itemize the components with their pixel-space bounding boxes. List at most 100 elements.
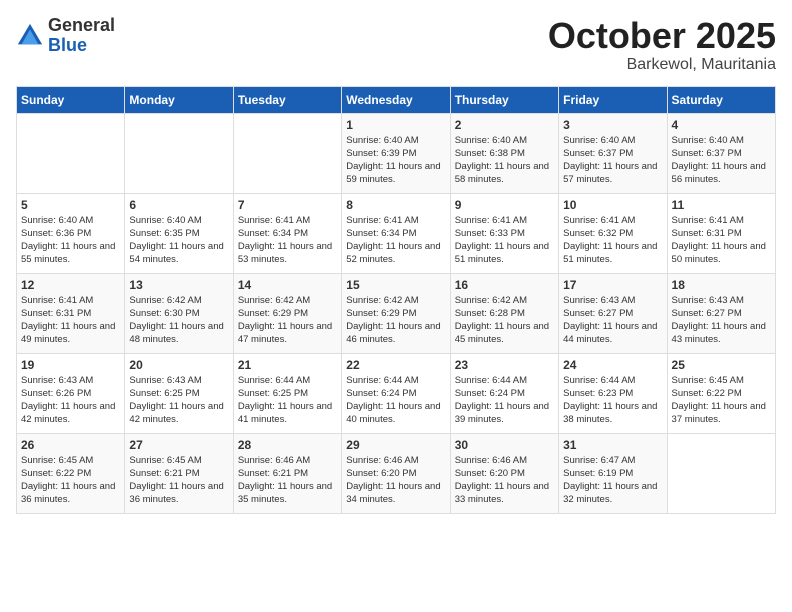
day-info: Sunrise: 6:45 AMSunset: 6:22 PMDaylight:… bbox=[21, 454, 120, 507]
weekday-header-thursday: Thursday bbox=[450, 86, 558, 113]
table-row: 21 Sunrise: 6:44 AMSunset: 6:25 PMDayligh… bbox=[233, 353, 341, 433]
day-number: 11 bbox=[672, 198, 771, 212]
day-number: 9 bbox=[455, 198, 554, 212]
table-row bbox=[233, 113, 341, 193]
weekday-header-row: SundayMondayTuesdayWednesdayThursdayFrid… bbox=[17, 86, 776, 113]
day-number: 7 bbox=[238, 198, 337, 212]
day-number: 15 bbox=[346, 278, 445, 292]
table-row: 1 Sunrise: 6:40 AMSunset: 6:39 PMDaylight… bbox=[342, 113, 450, 193]
day-number: 22 bbox=[346, 358, 445, 372]
day-number: 3 bbox=[563, 118, 662, 132]
day-info: Sunrise: 6:41 AMSunset: 6:31 PMDaylight:… bbox=[21, 294, 120, 347]
day-number: 26 bbox=[21, 438, 120, 452]
day-info: Sunrise: 6:41 AMSunset: 6:31 PMDaylight:… bbox=[672, 214, 771, 267]
day-number: 4 bbox=[672, 118, 771, 132]
day-number: 8 bbox=[346, 198, 445, 212]
day-number: 24 bbox=[563, 358, 662, 372]
day-number: 2 bbox=[455, 118, 554, 132]
day-number: 17 bbox=[563, 278, 662, 292]
table-row: 6 Sunrise: 6:40 AMSunset: 6:35 PMDaylight… bbox=[125, 193, 233, 273]
table-row: 9 Sunrise: 6:41 AMSunset: 6:33 PMDaylight… bbox=[450, 193, 558, 273]
day-info: Sunrise: 6:41 AMSunset: 6:33 PMDaylight:… bbox=[455, 214, 554, 267]
day-info: Sunrise: 6:40 AMSunset: 6:39 PMDaylight:… bbox=[346, 134, 445, 187]
day-info: Sunrise: 6:44 AMSunset: 6:24 PMDaylight:… bbox=[346, 374, 445, 427]
table-row: 14Sunrise: 6:42 AMSunset: 6:29 PMDayligh… bbox=[233, 273, 341, 353]
table-row: 17 Sunrise: 6:43 AMSunset: 6:27 PMDayligh… bbox=[559, 273, 667, 353]
weekday-header-monday: Monday bbox=[125, 86, 233, 113]
logo-text: General Blue bbox=[48, 16, 115, 56]
table-row: 25Sunrise: 6:45 AMSunset: 6:22 PMDayligh… bbox=[667, 353, 775, 433]
month-title: October 2025 bbox=[548, 16, 776, 56]
day-number: 6 bbox=[129, 198, 228, 212]
day-number: 5 bbox=[21, 198, 120, 212]
week-row-1: 1 Sunrise: 6:40 AMSunset: 6:39 PMDaylight… bbox=[17, 113, 776, 193]
table-row: 16 Sunrise: 6:42 AMSunset: 6:28 PMDayligh… bbox=[450, 273, 558, 353]
day-info: Sunrise: 6:45 AMSunset: 6:22 PMDaylight:… bbox=[672, 374, 771, 427]
day-number: 23 bbox=[455, 358, 554, 372]
table-row bbox=[17, 113, 125, 193]
week-row-3: 12 Sunrise: 6:41 AMSunset: 6:31 PMDayligh… bbox=[17, 273, 776, 353]
weekday-header-sunday: Sunday bbox=[17, 86, 125, 113]
day-number: 29 bbox=[346, 438, 445, 452]
weekday-header-saturday: Saturday bbox=[667, 86, 775, 113]
week-row-5: 26 Sunrise: 6:45 AMSunset: 6:22 PMDayligh… bbox=[17, 433, 776, 513]
day-info: Sunrise: 6:40 AMSunset: 6:38 PMDaylight:… bbox=[455, 134, 554, 187]
day-info: Sunrise: 6:46 AMSunset: 6:20 PMDaylight:… bbox=[455, 454, 554, 507]
table-row: 24 Sunrise: 6:44 AMSunset: 6:23 PMDayligh… bbox=[559, 353, 667, 433]
day-info: Sunrise: 6:42 AMSunset: 6:29 PMDaylight:… bbox=[346, 294, 445, 347]
day-info: Sunrise: 6:43 AMSunset: 6:27 PMDaylight:… bbox=[563, 294, 662, 347]
table-row: 5 Sunrise: 6:40 AMSunset: 6:36 PMDaylight… bbox=[17, 193, 125, 273]
table-row: 26 Sunrise: 6:45 AMSunset: 6:22 PMDayligh… bbox=[17, 433, 125, 513]
day-info: Sunrise: 6:40 AMSunset: 6:37 PMDaylight:… bbox=[563, 134, 662, 187]
week-row-4: 19Sunrise: 6:43 AMSunset: 6:26 PMDayligh… bbox=[17, 353, 776, 433]
table-row: 11 Sunrise: 6:41 AMSunset: 6:31 PMDayligh… bbox=[667, 193, 775, 273]
table-row: 29 Sunrise: 6:46 AMSunset: 6:20 PMDayligh… bbox=[342, 433, 450, 513]
weekday-header-wednesday: Wednesday bbox=[342, 86, 450, 113]
day-number: 27 bbox=[129, 438, 228, 452]
weekday-header-friday: Friday bbox=[559, 86, 667, 113]
day-info: Sunrise: 6:40 AMSunset: 6:36 PMDaylight:… bbox=[21, 214, 120, 267]
day-number: 21 bbox=[238, 358, 337, 372]
page-header: General Blue October 2025 Barkewol, Maur… bbox=[16, 16, 776, 74]
day-info: Sunrise: 6:41 AMSunset: 6:34 PMDaylight:… bbox=[346, 214, 445, 267]
day-info: Sunrise: 6:44 AMSunset: 6:25 PMDaylight:… bbox=[238, 374, 337, 427]
table-row: 19Sunrise: 6:43 AMSunset: 6:26 PMDayligh… bbox=[17, 353, 125, 433]
logo: General Blue bbox=[16, 16, 115, 56]
day-info: Sunrise: 6:40 AMSunset: 6:35 PMDaylight:… bbox=[129, 214, 228, 267]
table-row: 7 Sunrise: 6:41 AMSunset: 6:34 PMDaylight… bbox=[233, 193, 341, 273]
logo-icon bbox=[16, 22, 44, 50]
table-row: 10 Sunrise: 6:41 AMSunset: 6:32 PMDayligh… bbox=[559, 193, 667, 273]
title-block: October 2025 Barkewol, Mauritania bbox=[548, 16, 776, 74]
table-row: 20Sunrise: 6:43 AMSunset: 6:25 PMDayligh… bbox=[125, 353, 233, 433]
day-info: Sunrise: 6:42 AMSunset: 6:29 PMDaylight:… bbox=[238, 294, 337, 347]
day-info: Sunrise: 6:46 AMSunset: 6:21 PMDaylight:… bbox=[238, 454, 337, 507]
table-row: 31 Sunrise: 6:47 AMSunset: 6:19 PMDayligh… bbox=[559, 433, 667, 513]
day-info: Sunrise: 6:41 AMSunset: 6:34 PMDaylight:… bbox=[238, 214, 337, 267]
logo-general: General bbox=[48, 15, 115, 35]
week-row-2: 5 Sunrise: 6:40 AMSunset: 6:36 PMDaylight… bbox=[17, 193, 776, 273]
day-info: Sunrise: 6:46 AMSunset: 6:20 PMDaylight:… bbox=[346, 454, 445, 507]
table-row: 12 Sunrise: 6:41 AMSunset: 6:31 PMDayligh… bbox=[17, 273, 125, 353]
table-row bbox=[667, 433, 775, 513]
table-row: 27 Sunrise: 6:45 AMSunset: 6:21 PMDayligh… bbox=[125, 433, 233, 513]
day-info: Sunrise: 6:41 AMSunset: 6:32 PMDaylight:… bbox=[563, 214, 662, 267]
day-number: 16 bbox=[455, 278, 554, 292]
day-number: 31 bbox=[563, 438, 662, 452]
day-number: 12 bbox=[21, 278, 120, 292]
day-info: Sunrise: 6:43 AMSunset: 6:26 PMDaylight:… bbox=[21, 374, 120, 427]
day-info: Sunrise: 6:43 AMSunset: 6:27 PMDaylight:… bbox=[672, 294, 771, 347]
day-info: Sunrise: 6:42 AMSunset: 6:28 PMDaylight:… bbox=[455, 294, 554, 347]
day-number: 10 bbox=[563, 198, 662, 212]
day-info: Sunrise: 6:45 AMSunset: 6:21 PMDaylight:… bbox=[129, 454, 228, 507]
table-row: 15 Sunrise: 6:42 AMSunset: 6:29 PMDayligh… bbox=[342, 273, 450, 353]
logo-blue: Blue bbox=[48, 35, 87, 55]
table-row: 22 Sunrise: 6:44 AMSunset: 6:24 PMDayligh… bbox=[342, 353, 450, 433]
day-number: 1 bbox=[346, 118, 445, 132]
table-row bbox=[125, 113, 233, 193]
table-row: 28Sunrise: 6:46 AMSunset: 6:21 PMDayligh… bbox=[233, 433, 341, 513]
table-row: 2 Sunrise: 6:40 AMSunset: 6:38 PMDaylight… bbox=[450, 113, 558, 193]
day-info: Sunrise: 6:44 AMSunset: 6:23 PMDaylight:… bbox=[563, 374, 662, 427]
table-row: 4Sunrise: 6:40 AMSunset: 6:37 PMDaylight… bbox=[667, 113, 775, 193]
calendar-table: SundayMondayTuesdayWednesdayThursdayFrid… bbox=[16, 86, 776, 514]
day-info: Sunrise: 6:47 AMSunset: 6:19 PMDaylight:… bbox=[563, 454, 662, 507]
